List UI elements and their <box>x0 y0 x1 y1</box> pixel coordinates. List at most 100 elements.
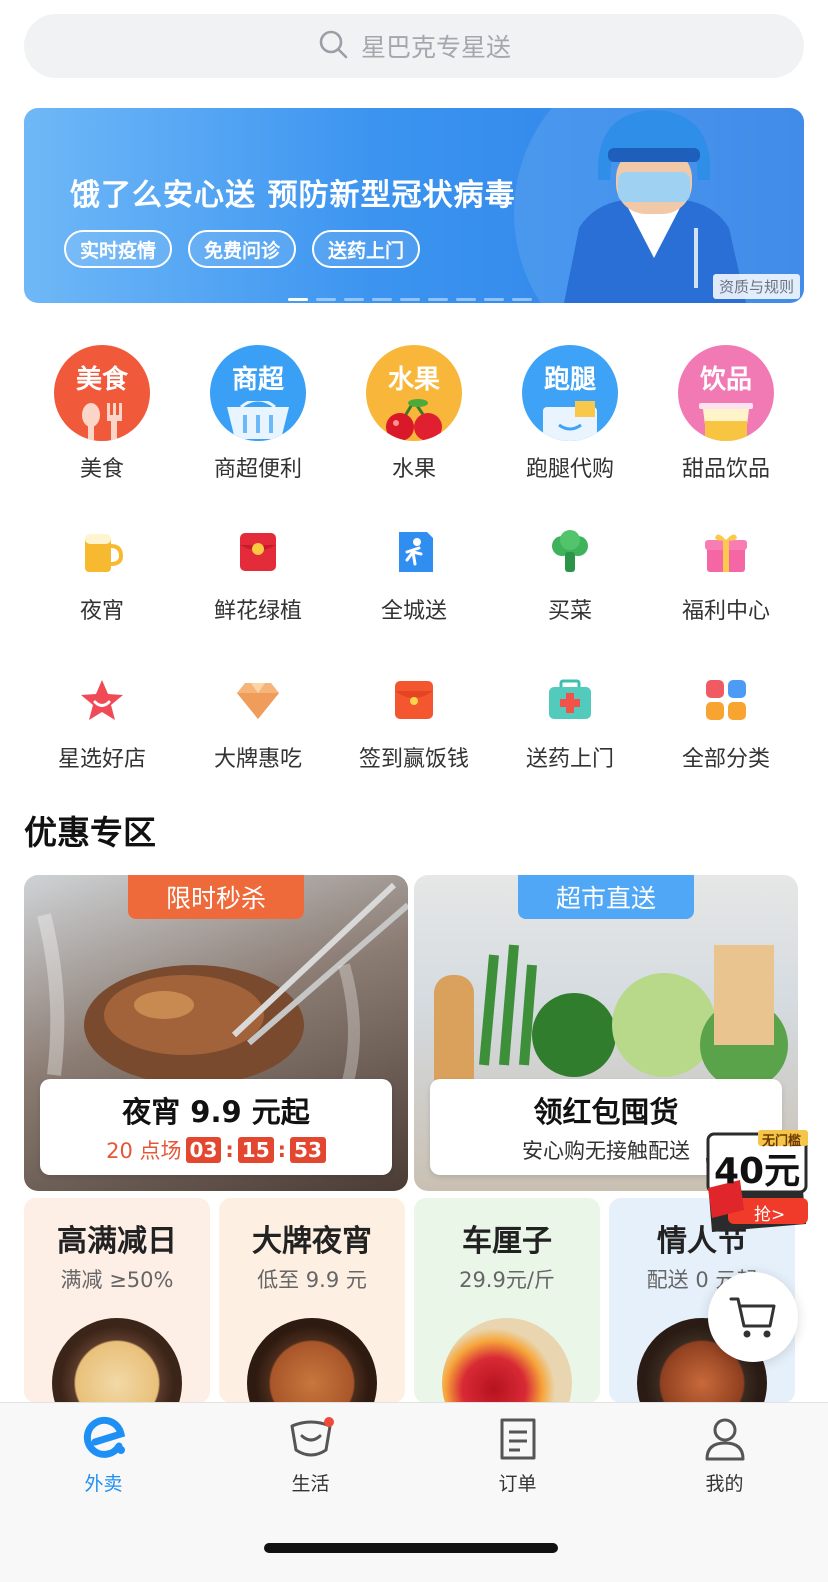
category-citywide[interactable]: 全城送 <box>336 527 492 625</box>
eleme-logo-icon <box>79 1415 129 1463</box>
tab-takeout[interactable]: 外卖 <box>0 1403 207 1513</box>
mini-promo-discount-day[interactable]: 高满减日 满减 ≥50% <box>24 1198 210 1403</box>
category-star-shops[interactable]: 星选好店 <box>24 675 180 773</box>
mini-promo-cherries[interactable]: 车厘子 29.9元/斤 <box>414 1198 600 1403</box>
mini-promo-title: 车厘子 <box>462 1224 552 1259</box>
category-supermarket[interactable]: 商超 商超便利 <box>180 345 336 483</box>
category-errand[interactable]: 跑腿 跑腿代购 <box>492 345 648 483</box>
bottom-tab-bar: 外卖 生活 订单 我的 <box>0 1402 828 1582</box>
grid-icon <box>701 675 751 725</box>
category-label: 美食 <box>79 457 124 482</box>
flash-sale-headline: 夜宵 9.9 元起 <box>122 1095 310 1129</box>
search-placeholder: 星巴克专星送 <box>360 33 511 62</box>
basket-icon: 商超 <box>210 345 306 441</box>
tab-profile[interactable]: 我的 <box>621 1403 828 1513</box>
banner-chip-medicine[interactable]: 送药上门 <box>312 230 421 268</box>
banner[interactable]: 饿了么安心送 预防新型冠状病毒 实时疫情 免费问诊 送药上门 资质与规则 <box>24 108 804 303</box>
category-checkin[interactable]: 签到赢饭钱 <box>336 675 492 773</box>
broccoli-icon <box>545 527 595 577</box>
category-label: 水果 <box>391 457 436 482</box>
roast-chicken-image <box>247 1318 377 1403</box>
countdown-session: 20 点场 <box>106 1139 182 1163</box>
flash-sale-tag: 限时秒杀 <box>128 875 304 919</box>
cherry-icon: 水果 <box>366 345 462 441</box>
smile-bag-icon <box>286 1415 336 1463</box>
category-grid: 美食 美食 商超 商超便利 水果 水果 跑腿 跑腿代购 饮品 甜品饮品 夜宵 鲜… <box>24 345 804 773</box>
countdown: 20 点场 03: 15: 53 <box>106 1135 326 1165</box>
category-drinks[interactable]: 饮品 甜品饮品 <box>648 345 804 483</box>
banner-chips: 实时疫情 免费问诊 送药上门 <box>64 230 421 268</box>
small-category-row: 夜宵 鲜花绿植 全城送 买菜 福利中心 <box>24 527 804 625</box>
home-indicator <box>264 1543 558 1553</box>
tab-label: 生活 <box>291 1473 330 1495</box>
category-welfare[interactable]: 福利中心 <box>648 527 804 625</box>
category-label: 买菜 <box>547 599 592 624</box>
category-label: 鲜花绿植 <box>213 599 302 624</box>
runner-icon <box>389 527 439 577</box>
cart-icon <box>729 1297 776 1338</box>
banner-rules-link[interactable]: 资质与规则 <box>712 274 800 299</box>
tab-label: 我的 <box>705 1473 744 1495</box>
category-label: 夜宵 <box>79 599 124 624</box>
search-bar[interactable]: 星巴克专星送 <box>24 14 804 78</box>
cart-button[interactable] <box>708 1272 798 1362</box>
category-flowers[interactable]: 鲜花绿植 <box>180 527 336 625</box>
category-label: 送药上门 <box>525 747 614 772</box>
mini-promo-title: 大牌夜宵 <box>252 1224 372 1259</box>
noodle-dish-image <box>52 1318 182 1403</box>
mini-promo-brand-night[interactable]: 大牌夜宵 低至 9.9 元 <box>219 1198 405 1403</box>
food-icon: 美食 <box>54 345 150 441</box>
flash-sale-info: 夜宵 9.9 元起 20 点场 03: 15: 53 <box>40 1079 392 1175</box>
small-category-row: 星选好店 大牌惠吃 签到赢饭钱 送药上门 全部分类 <box>24 675 804 773</box>
category-label: 福利中心 <box>681 599 770 624</box>
supermarket-tag: 超市直送 <box>518 875 694 919</box>
category-brand-deals[interactable]: 大牌惠吃 <box>180 675 336 773</box>
banner-title: 饿了么安心送 预防新型冠状病毒 <box>70 178 516 213</box>
category-label: 全部分类 <box>681 747 770 772</box>
countdown-hours: 03 <box>185 1137 222 1163</box>
tab-label: 订单 <box>498 1473 537 1495</box>
category-label: 全城送 <box>380 599 447 624</box>
category-fruit[interactable]: 水果 水果 <box>336 345 492 483</box>
cherry-fruit-image <box>442 1318 572 1403</box>
category-label: 大牌惠吃 <box>213 747 302 772</box>
order-list-icon <box>493 1415 543 1463</box>
drink-cup-icon: 饮品 <box>678 345 774 441</box>
banner-pagination <box>288 298 532 301</box>
banner-chip-epidemic[interactable]: 实时疫情 <box>64 230 173 268</box>
category-all[interactable]: 全部分类 <box>648 675 804 773</box>
promo-section-title: 优惠专区 <box>24 813 156 852</box>
mini-promo-sub: 低至 9.9 元 <box>257 1268 367 1292</box>
category-label: 甜品饮品 <box>681 457 770 482</box>
notification-dot <box>323 1417 334 1427</box>
mini-promo-sub: 满减 ≥50% <box>60 1268 174 1292</box>
floating-coupon[interactable]: 无门槛 40元 抢> <box>700 1128 812 1240</box>
mini-promo-sub: 29.9元/斤 <box>459 1268 555 1292</box>
category-label: 商超便利 <box>213 457 302 482</box>
category-medicine[interactable]: 送药上门 <box>492 675 648 773</box>
countdown-seconds: 53 <box>290 1137 326 1163</box>
diamond-icon <box>233 675 283 725</box>
flash-sale-card[interactable]: 限时秒杀 夜宵 9.9 元起 20 点场 03: 15: 53 <box>24 875 408 1191</box>
main-category-row: 美食 美食 商超 商超便利 水果 水果 跑腿 跑腿代购 饮品 甜品饮品 <box>24 345 804 483</box>
category-label: 星选好店 <box>57 747 146 772</box>
coupon-cta[interactable]: 抢> <box>754 1200 785 1225</box>
supermarket-sub: 安心购无接触配送 <box>522 1139 690 1163</box>
coupon-amount: 40元 <box>714 1151 801 1192</box>
supermarket-headline: 领红包囤货 <box>533 1095 679 1129</box>
tab-orders[interactable]: 订单 <box>414 1403 621 1513</box>
gift-icon <box>701 527 751 577</box>
tab-life[interactable]: 生活 <box>207 1403 414 1513</box>
category-groceries[interactable]: 买菜 <box>492 527 648 625</box>
red-envelope-icon <box>233 527 283 577</box>
banner-chip-consult[interactable]: 免费问诊 <box>188 230 297 268</box>
category-label: 签到赢饭钱 <box>358 747 469 772</box>
category-late-night[interactable]: 夜宵 <box>24 527 180 625</box>
envelope-icon <box>389 675 439 725</box>
star-icon <box>77 675 127 725</box>
user-icon <box>700 1415 750 1463</box>
search-icon <box>317 28 349 64</box>
category-label: 跑腿代购 <box>525 457 614 482</box>
mini-promo-title: 高满减日 <box>57 1224 177 1259</box>
category-food[interactable]: 美食 美食 <box>24 345 180 483</box>
